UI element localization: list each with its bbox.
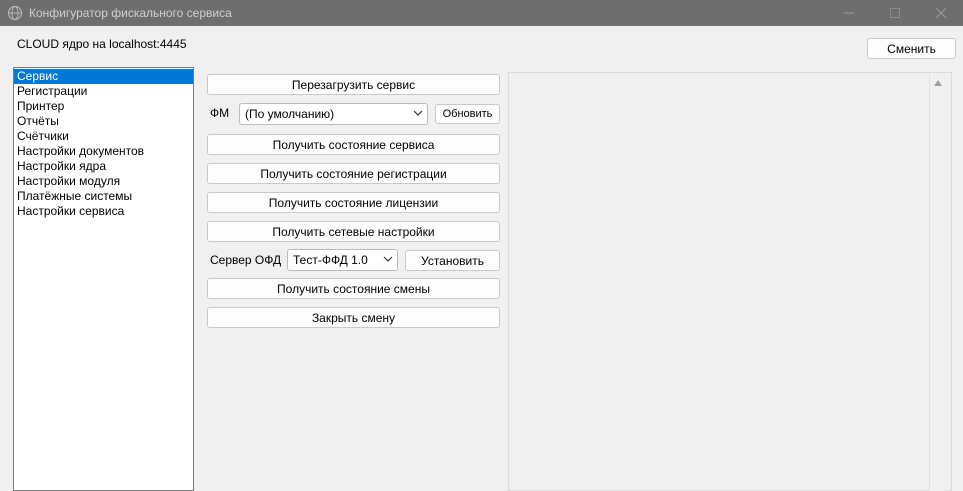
close-shift-button[interactable]: Закрыть смену — [207, 307, 500, 328]
get-registration-state-button[interactable]: Получить состояние регистрации — [207, 163, 500, 184]
output-panel[interactable] — [508, 72, 952, 491]
get-shift-state-button[interactable]: Получить состояние смены — [207, 278, 500, 299]
nav-item-service-settings[interactable]: Настройки сервиса — [14, 204, 193, 219]
close-icon — [936, 8, 946, 18]
nav-item-counters[interactable]: Счётчики — [14, 129, 193, 144]
ofd-server-label: Сервер ОФД — [210, 253, 282, 267]
install-button[interactable]: Установить — [405, 250, 500, 271]
minimize-icon — [844, 12, 854, 14]
restart-service-button[interactable]: Перезагрузить сервис — [207, 74, 500, 95]
fm-label: ФМ — [210, 106, 230, 120]
nav-item-printer[interactable]: Принтер — [14, 99, 193, 114]
connection-label: CLOUD ядро на localhost:4445 — [17, 37, 187, 51]
refresh-button[interactable]: Обновить — [435, 104, 500, 124]
ofd-server-select[interactable]: Тест-ФФД 1.0 — [287, 249, 398, 271]
title-bar: Конфигуратор фискального сервиса — [0, 0, 963, 26]
change-connection-button[interactable]: Сменить — [867, 38, 956, 59]
nav-item-document-settings[interactable]: Настройки документов — [14, 144, 193, 159]
nav-item-service[interactable]: Сервис — [14, 69, 193, 84]
chevron-down-icon — [413, 110, 423, 116]
chevron-down-icon — [383, 256, 393, 262]
output-scrollbar[interactable] — [929, 73, 946, 491]
nav-item-registrations[interactable]: Регистрации — [14, 84, 193, 99]
nav-item-module-settings[interactable]: Настройки модуля — [14, 174, 193, 189]
maximize-icon — [890, 8, 900, 18]
ofd-server-select-value: Тест-ФФД 1.0 — [293, 253, 368, 267]
fm-select-value: (По умолчанию) — [245, 107, 335, 121]
get-license-state-button[interactable]: Получить состояние лицензии — [207, 192, 500, 213]
scroll-up-icon[interactable] — [933, 79, 943, 87]
nav-item-payment-systems[interactable]: Платёжные системы — [14, 189, 193, 204]
get-service-state-button[interactable]: Получить состояние сервиса — [207, 134, 500, 155]
close-button[interactable] — [918, 0, 963, 26]
minimize-button[interactable] — [826, 0, 872, 26]
nav-item-core-settings[interactable]: Настройки ядра — [14, 159, 193, 174]
section-list[interactable]: Сервис Регистрации Принтер Отчёты Счётчи… — [13, 67, 194, 491]
get-network-settings-button[interactable]: Получить сетевые настройки — [207, 221, 500, 242]
maximize-button[interactable] — [872, 0, 918, 26]
globe-icon — [7, 5, 23, 21]
nav-item-reports[interactable]: Отчёты — [14, 114, 193, 129]
window-title: Конфигуратор фискального сервиса — [29, 6, 232, 20]
fm-select[interactable]: (По умолчанию) — [239, 103, 428, 125]
